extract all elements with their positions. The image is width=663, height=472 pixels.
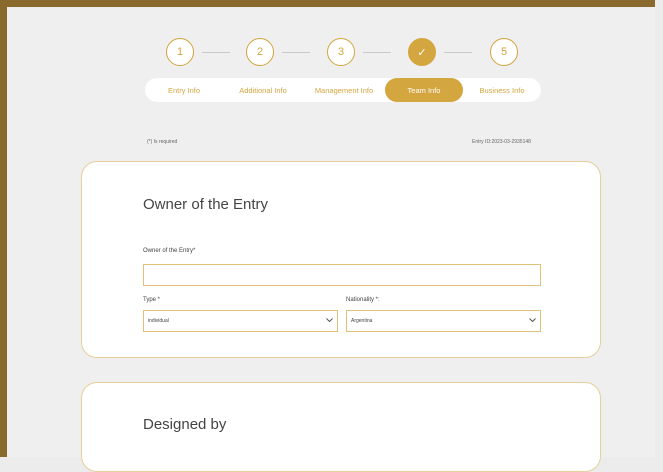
tab-additional-info[interactable]: Additional Info bbox=[223, 78, 303, 102]
tab-business-info[interactable]: Business Info bbox=[463, 78, 541, 102]
step-connector bbox=[444, 51, 472, 53]
designed-by-card: Designed by bbox=[81, 382, 601, 472]
tab-entry-info[interactable]: Entry Info bbox=[145, 78, 223, 102]
tab-team-info[interactable]: Team Info bbox=[385, 78, 463, 102]
designed-by-title: Designed by bbox=[143, 416, 227, 433]
progress-stepper: 1 2 3 ✓ 5 bbox=[166, 38, 526, 66]
step-1-label: 1 bbox=[176, 46, 184, 58]
check-icon: ✓ bbox=[417, 46, 427, 59]
owner-input[interactable] bbox=[143, 264, 541, 286]
step-1[interactable]: 1 bbox=[166, 38, 194, 66]
step-4[interactable]: ✓ bbox=[408, 38, 436, 66]
nationality-label: Nationality *: bbox=[346, 297, 380, 303]
chevron-down-icon bbox=[326, 318, 333, 322]
entry-id: Entry ID:2023-03-2935148 bbox=[472, 139, 531, 145]
step-5[interactable]: 5 bbox=[490, 38, 518, 66]
owner-field-label: Owner of the Entry* bbox=[143, 248, 196, 254]
step-connector bbox=[282, 51, 310, 53]
required-note: (*) Is required bbox=[147, 139, 178, 145]
chevron-down-icon bbox=[529, 318, 536, 322]
step-3[interactable]: 3 bbox=[327, 38, 355, 66]
step-3-label: 3 bbox=[337, 46, 345, 58]
owner-card-title: Owner of the Entry bbox=[143, 196, 269, 213]
nationality-select-value: Argentina bbox=[351, 318, 373, 324]
step-connector bbox=[363, 51, 391, 53]
nationality-select[interactable]: Argentina bbox=[346, 310, 541, 332]
step-2-label: 2 bbox=[256, 46, 264, 58]
owner-card: Owner of the Entry Owner of the Entry* T… bbox=[81, 161, 601, 358]
type-select[interactable]: individual bbox=[143, 310, 338, 332]
step-5-label: 5 bbox=[500, 46, 508, 58]
step-connector bbox=[202, 51, 230, 53]
tab-management-info[interactable]: Management Info bbox=[303, 78, 385, 102]
step-2[interactable]: 2 bbox=[246, 38, 274, 66]
type-label: Type * bbox=[143, 297, 161, 303]
section-tabs: Entry Info Additional Info Management In… bbox=[145, 78, 541, 102]
type-select-value: individual bbox=[148, 318, 169, 324]
